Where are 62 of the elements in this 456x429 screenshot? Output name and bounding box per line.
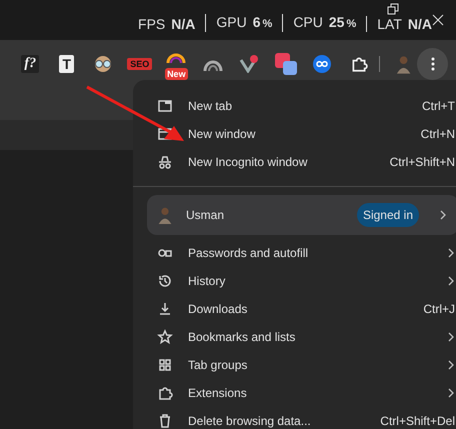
- menu-button[interactable]: [417, 48, 448, 80]
- menu-item-label: Passwords and autofill: [188, 246, 310, 260]
- menu-item-label: New tab: [188, 99, 234, 113]
- window-icon: [157, 126, 173, 142]
- stat-value: 25: [328, 14, 344, 30]
- stat-value: N/A: [171, 16, 196, 32]
- more-vertical-icon: [430, 57, 435, 71]
- shortcut-label: Ctrl+T: [422, 99, 455, 113]
- shortcut-label: Ctrl+N: [420, 127, 455, 141]
- puzzle-icon[interactable]: [350, 55, 368, 73]
- stat-label: FPS: [138, 16, 166, 32]
- rainbow-icon[interactable]: [165, 52, 188, 62]
- close-icon[interactable]: [432, 14, 444, 26]
- menu-item-label: Extensions: [188, 386, 248, 400]
- stat-label: LAT: [377, 16, 402, 32]
- star-icon: [157, 329, 173, 345]
- menu-item[interactable]: Bookmarks and lists: [133, 323, 456, 351]
- stat-value: N/A: [408, 16, 432, 32]
- extension-icon[interactable]: SEO: [127, 58, 152, 70]
- stat-label: GPU: [216, 14, 247, 30]
- shortcut-label: Ctrl+Shift+Del: [380, 414, 455, 428]
- tab-icon: [157, 98, 173, 114]
- infinity-icon[interactable]: [313, 55, 332, 73]
- stat-unit: %: [262, 17, 272, 32]
- trash-icon: [157, 413, 173, 429]
- stat-unit: %: [346, 17, 356, 32]
- brush-icon[interactable]: [274, 52, 298, 76]
- menu-item[interactable]: Extensions: [133, 379, 456, 407]
- menu-item-label: Delete browsing data...: [188, 414, 312, 428]
- menu-item[interactable]: Passwords and autofill: [133, 239, 456, 267]
- menu-item-label: History: [188, 274, 226, 288]
- menu-item[interactable]: Delete browsing data... Ctrl+Shift+Del: [133, 407, 456, 429]
- face-avatar-icon[interactable]: [93, 55, 114, 73]
- menu-item[interactable]: New window Ctrl+N: [133, 120, 456, 148]
- menu-item[interactable]: New Incognito window Ctrl+Shift+N: [133, 148, 456, 176]
- avatar-icon: [156, 206, 174, 224]
- extension-icon[interactable]: f?: [21, 55, 40, 73]
- puzzle-icon: [157, 385, 173, 401]
- menu-item[interactable]: History: [133, 267, 456, 295]
- menu-item[interactable]: Downloads Ctrl+J: [133, 295, 456, 323]
- new-badge: New: [165, 68, 188, 80]
- signed-in-badge: Signed in: [356, 203, 419, 227]
- grid-icon: [157, 357, 173, 373]
- extension-icon[interactable]: T: [59, 55, 74, 73]
- profile-row[interactable]: Usman Signed in: [147, 195, 456, 235]
- menu-item-label: New window: [188, 127, 256, 141]
- stat-value: 6: [252, 14, 261, 30]
- menu-item[interactable]: Tab groups: [133, 351, 456, 379]
- shortcut-label: Ctrl+Shift+N: [390, 155, 455, 169]
- profile-name: Usman: [186, 208, 226, 222]
- shortcut-label: Ctrl+J: [423, 302, 455, 316]
- stat-label: CPU: [293, 14, 323, 30]
- menu-item-label: Downloads: [188, 302, 248, 316]
- menu-item-label: New Incognito window: [188, 155, 308, 169]
- download-icon: [157, 301, 173, 317]
- incognito-icon: [157, 154, 173, 170]
- history-icon: [157, 273, 173, 289]
- menu-item[interactable]: New tab Ctrl+T: [133, 92, 456, 120]
- check-mark-icon[interactable]: [239, 55, 260, 73]
- menu-item-label: Bookmarks and lists: [188, 330, 296, 344]
- menu-item-label: Tab groups: [188, 358, 248, 372]
- restore-icon[interactable]: [387, 3, 399, 15]
